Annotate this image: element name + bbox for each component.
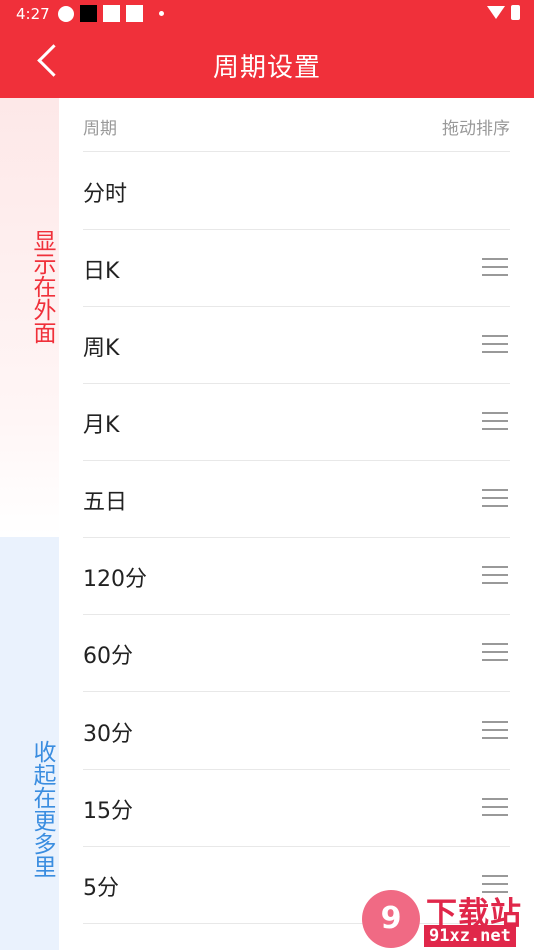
period-label: 120分 [83, 567, 147, 592]
list-item[interactable]: 120分 [83, 537, 510, 615]
column-header-drag-sort: 拖动排序 [442, 119, 510, 139]
list-item[interactable]: 五日 [83, 460, 510, 538]
period-label: 15分 [83, 799, 133, 824]
drag-handle-icon[interactable] [482, 564, 508, 586]
watermark-url: 91xz.net [424, 925, 516, 947]
list-item[interactable]: 15分 [83, 769, 510, 847]
status-bar: 4:27 [0, 0, 534, 28]
period-label: 30分 [83, 722, 133, 747]
period-label: 60分 [83, 644, 133, 669]
status-time: 4:27 [16, 5, 50, 23]
app-notification-icon [58, 5, 74, 22]
drag-handle-icon[interactable] [482, 333, 508, 355]
system-icons [487, 5, 520, 20]
drag-handle-icon[interactable] [482, 410, 508, 432]
page-title: 周期设置 [212, 53, 321, 83]
column-header-period: 周期 [83, 119, 117, 139]
shown-section-sidebar: 显示在外面 [0, 98, 59, 536]
period-label: 日K [83, 259, 120, 284]
wifi-icon [487, 6, 505, 19]
list-item[interactable]: 日K [83, 229, 510, 307]
drag-handle-icon[interactable] [482, 641, 508, 663]
list-item[interactable]: 60分 [83, 614, 510, 692]
more-notifications-dot-icon [159, 11, 164, 16]
drag-handle-icon[interactable] [482, 719, 508, 741]
period-label: 5分 [83, 876, 119, 901]
black-square-icon [80, 5, 97, 22]
watermark-logo: 9 [362, 890, 420, 948]
title-bar: 周期设置 [0, 28, 534, 98]
site-watermark: 9 下载站 91xz.net [362, 888, 534, 950]
shown-section-label: 显示在外面 [29, 229, 55, 344]
hidden-section-sidebar: 收起在更多里 [0, 537, 59, 950]
period-label: 月K [83, 413, 120, 438]
battery-icon [511, 5, 520, 20]
period-label: 分时 [83, 182, 128, 207]
notification-icons [58, 5, 164, 22]
list-item[interactable]: 周K [83, 306, 510, 384]
white-square-icon [126, 5, 143, 22]
drag-handle-icon[interactable] [482, 796, 508, 818]
drag-handle-icon[interactable] [482, 487, 508, 509]
period-label: 五日 [83, 490, 128, 515]
list-item[interactable]: 月K [83, 383, 510, 461]
hidden-section-label: 收起在更多里 [29, 740, 55, 878]
period-label: 周K [83, 336, 120, 361]
list-item[interactable]: 30分 [83, 692, 510, 770]
list-item[interactable]: 分时 [83, 152, 510, 230]
drag-handle-icon[interactable] [482, 256, 508, 278]
white-square-icon [103, 5, 120, 22]
list-header: 周期 拖动排序 [83, 98, 510, 152]
